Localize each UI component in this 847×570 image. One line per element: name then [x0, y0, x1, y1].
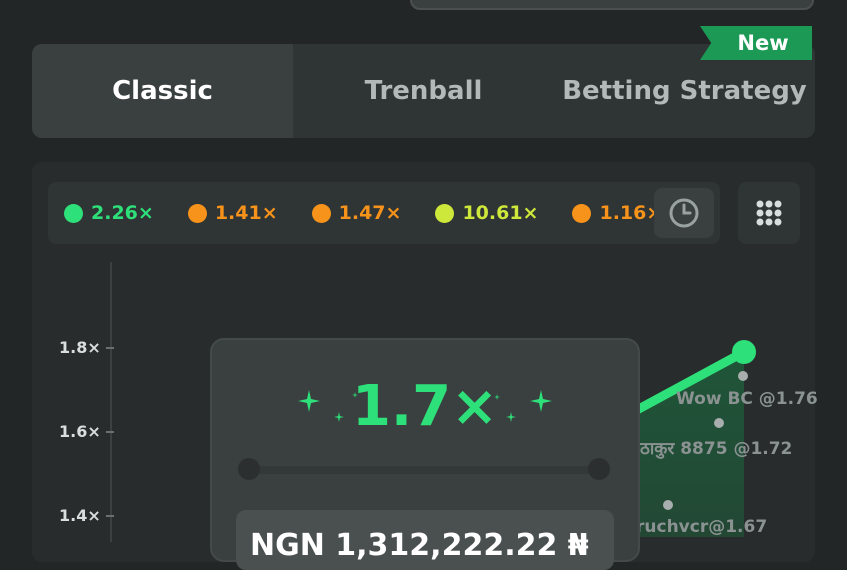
multiplier-card: 1.7× NGN 1,312,222.22 ₦ [210, 338, 640, 570]
curve-head [732, 340, 756, 364]
player-dot [738, 371, 748, 381]
player-dot [663, 500, 673, 510]
payout-box: NGN 1,312,222.22 ₦ [236, 510, 614, 570]
payout-amount: NGN 1,312,222.22 ₦ [250, 528, 589, 563]
player-cashout-label: ठाकुर 8875 @1.72 [640, 439, 793, 459]
progress-track [248, 466, 598, 474]
progress-knob-right [588, 458, 610, 480]
player-cashout-label: ruchvcr@1.67 [636, 517, 768, 537]
current-multiplier: 1.7× [351, 374, 499, 439]
progress-knob-left [238, 458, 260, 480]
player-cashout-label: Wow BC @1.76 [676, 389, 818, 409]
player-dot [714, 418, 724, 428]
